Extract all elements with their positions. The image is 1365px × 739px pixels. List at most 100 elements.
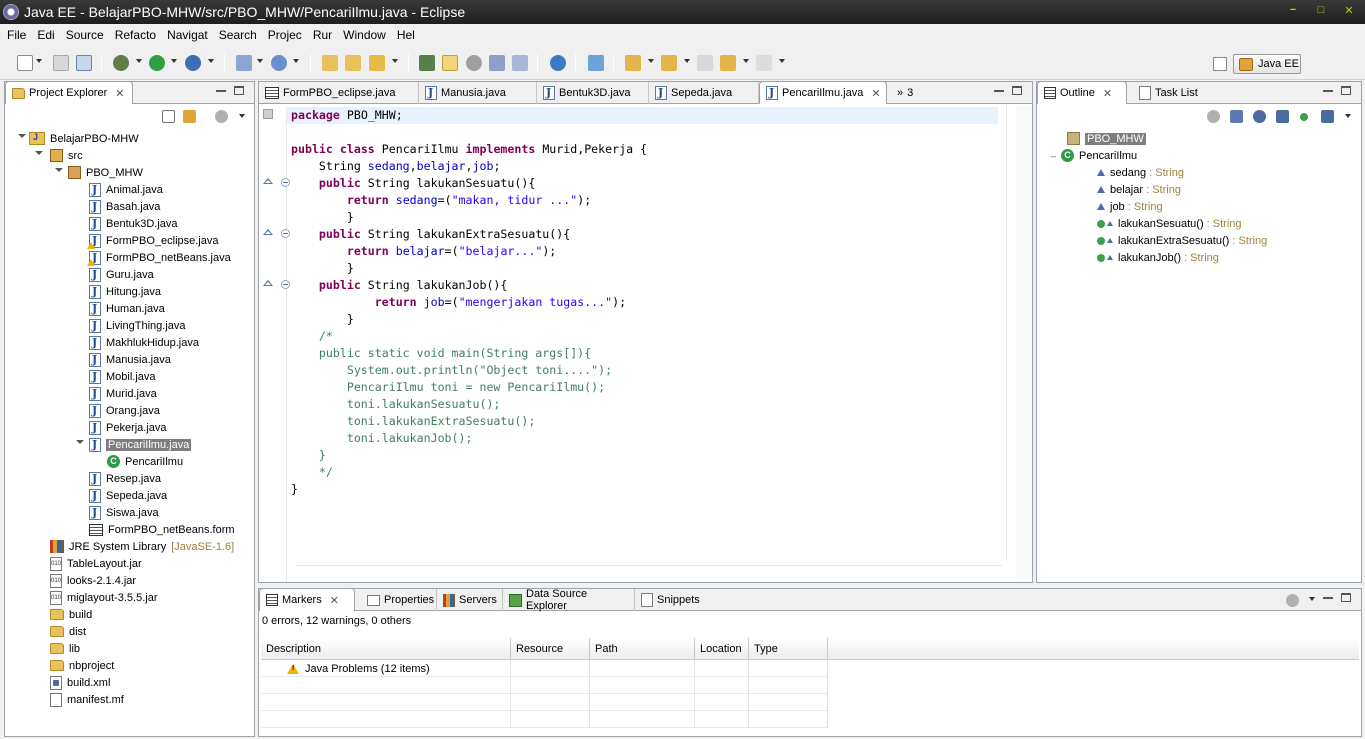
- vertical-scrollbar[interactable]: [1006, 106, 1014, 560]
- column-location[interactable]: Location: [695, 638, 749, 660]
- search-dropdown-icon[interactable]: [392, 59, 398, 63]
- menu-navigate[interactable]: Navigat: [162, 28, 213, 42]
- tree-item[interactable]: BelajarPBO-MHW: [29, 130, 139, 147]
- filter-icon[interactable]: [215, 110, 228, 123]
- column-resource[interactable]: Resource: [511, 638, 590, 660]
- show-whitespace-icon[interactable]: [489, 55, 505, 71]
- code-line[interactable]: */: [291, 464, 647, 481]
- external-tools-icon[interactable]: [185, 55, 201, 71]
- open-resource-icon[interactable]: [345, 55, 361, 71]
- outline-item-method[interactable]: lakukanExtraSesuatu() : String: [1097, 232, 1267, 249]
- tree-item[interactable]: MakhlukHidup.java: [89, 334, 199, 351]
- menu-source[interactable]: Source: [61, 28, 109, 42]
- code-line[interactable]: public String lakukanExtraSesuatu(){: [291, 226, 647, 243]
- open-perspective-icon[interactable]: [1213, 57, 1227, 71]
- maximize-icon[interactable]: [1341, 86, 1351, 95]
- new-web-icon[interactable]: [271, 55, 287, 71]
- maximize-icon[interactable]: [1012, 86, 1022, 95]
- tree-item[interactable]: Manusia.java: [89, 351, 171, 368]
- outline-item-field[interactable]: job : String: [1097, 198, 1163, 215]
- code-line[interactable]: public String lakukanSesuatu(){: [291, 175, 647, 192]
- expand-arrow-icon[interactable]: [35, 151, 43, 155]
- tree-item[interactable]: FormPBO_netBeans.form: [89, 521, 235, 538]
- hide-static-icon[interactable]: [1276, 110, 1289, 123]
- fold-toggle-icon[interactable]: [281, 280, 290, 289]
- close-icon[interactable]: ✕: [1341, 2, 1357, 18]
- run-dropdown-icon[interactable]: [171, 59, 177, 63]
- outline-item-field[interactable]: sedang : String: [1097, 164, 1184, 181]
- tree-item[interactable]: miglayout-3.5.5.jar: [50, 589, 158, 606]
- new-web-dropdown-icon[interactable]: [293, 59, 299, 63]
- new-server-dropdown-icon[interactable]: [257, 59, 263, 63]
- new-server-icon[interactable]: [236, 55, 252, 71]
- previous-annotation-dropdown-icon[interactable]: [684, 59, 690, 63]
- maximize-icon[interactable]: □: [1313, 2, 1329, 18]
- tree-item[interactable]: src: [50, 147, 83, 164]
- mark-occurrences-icon[interactable]: [442, 55, 458, 71]
- code-line[interactable]: package PBO_MHW;: [291, 107, 647, 124]
- tab-manusia[interactable]: Manusia.java: [419, 82, 537, 104]
- hide-non-public-icon[interactable]: [1300, 113, 1308, 121]
- code-line[interactable]: System.out.println("Object toni....");: [291, 362, 647, 379]
- view-menu-icon[interactable]: [1345, 114, 1351, 118]
- hide-local-types-icon[interactable]: [1321, 110, 1334, 123]
- tree-item[interactable]: nbproject: [50, 657, 114, 674]
- tab-formpbo-eclipse[interactable]: FormPBO_eclipse.java: [259, 82, 419, 104]
- column-description[interactable]: Description: [261, 638, 511, 660]
- debug-icon[interactable]: [113, 55, 129, 71]
- tree-item[interactable]: FormPBO_eclipse.java: [87, 232, 219, 249]
- collapse-icon[interactable]: –: [1051, 151, 1056, 161]
- external-tools-dropdown-icon[interactable]: [208, 59, 214, 63]
- tree-item[interactable]: Mobil.java: [89, 368, 156, 385]
- tab-data-source-explorer[interactable]: Data Source Explorer: [503, 588, 635, 612]
- code-line[interactable]: /*: [291, 328, 647, 345]
- tree-item[interactable]: Pekerja.java: [89, 419, 167, 436]
- tree-item[interactable]: Basah.java: [89, 198, 160, 215]
- tree-item-selected[interactable]: PencariIlmu.java: [89, 436, 192, 453]
- toggle-annotation-icon[interactable]: [419, 55, 435, 71]
- code-line[interactable]: [291, 124, 647, 141]
- filter-icon[interactable]: [1286, 594, 1299, 607]
- menu-edit[interactable]: Edi: [32, 28, 59, 42]
- outline-item-method[interactable]: lakukanSesuatu() : String: [1097, 215, 1242, 232]
- expand-arrow-icon[interactable]: [55, 168, 63, 172]
- expand-arrow-icon[interactable]: [76, 440, 84, 444]
- tree-item[interactable]: Orang.java: [89, 402, 160, 419]
- menu-refactor[interactable]: Refacto: [110, 28, 161, 42]
- minimize-icon[interactable]: [216, 86, 226, 92]
- tree-item[interactable]: looks-2.1.4.jar: [50, 572, 136, 589]
- code-editor[interactable]: package PBO_MHW; public class PencariIlm…: [291, 107, 647, 498]
- tree-item[interactable]: Bentuk3D.java: [89, 215, 178, 232]
- close-icon[interactable]: ✕: [871, 87, 880, 100]
- tab-sepeda[interactable]: Sepeda.java: [649, 82, 759, 104]
- run-icon[interactable]: [149, 55, 165, 71]
- fold-toggle-icon[interactable]: [281, 229, 290, 238]
- overview-ruler[interactable]: [1016, 105, 1032, 582]
- tab-outline[interactable]: Outline ✕: [1037, 81, 1127, 104]
- code-line[interactable]: public class PencariIlmu implements Muri…: [291, 141, 647, 158]
- column-type[interactable]: Type: [749, 638, 828, 660]
- code-line[interactable]: }: [291, 260, 647, 277]
- new-icon[interactable]: [17, 55, 33, 71]
- fold-toggle-icon[interactable]: [281, 178, 290, 187]
- menu-file[interactable]: File: [2, 28, 31, 42]
- save-icon[interactable]: [53, 55, 69, 71]
- code-line[interactable]: PencariIlmu toni = new PencariIlmu();: [291, 379, 647, 396]
- last-edit-icon[interactable]: [588, 55, 604, 71]
- tree-item[interactable]: JRE System Library [JavaSE-1.6]: [50, 538, 234, 555]
- tree-item[interactable]: Animal.java: [89, 181, 163, 198]
- code-line[interactable]: return belajar=("belajar...");: [291, 243, 647, 260]
- tree-item[interactable]: build.xml: [50, 674, 110, 691]
- outline-item-method[interactable]: lakukanJob() : String: [1097, 249, 1219, 266]
- forward-icon[interactable]: [756, 55, 772, 71]
- close-icon[interactable]: ✕: [115, 87, 124, 100]
- expand-arrow-icon[interactable]: [18, 134, 26, 138]
- code-line[interactable]: String sedang,belajar,job;: [291, 158, 647, 175]
- web-browser-icon[interactable]: [550, 55, 566, 71]
- tree-item[interactable]: LivingThing.java: [89, 317, 186, 334]
- code-line[interactable]: public static void main(String args[]){: [291, 345, 647, 362]
- code-line[interactable]: return sedang=("makan, tidur ...");: [291, 192, 647, 209]
- tree-item[interactable]: Resep.java: [89, 470, 161, 487]
- tab-markers[interactable]: Markers ✕: [259, 588, 355, 611]
- tree-item[interactable]: PBO_MHW: [68, 164, 143, 181]
